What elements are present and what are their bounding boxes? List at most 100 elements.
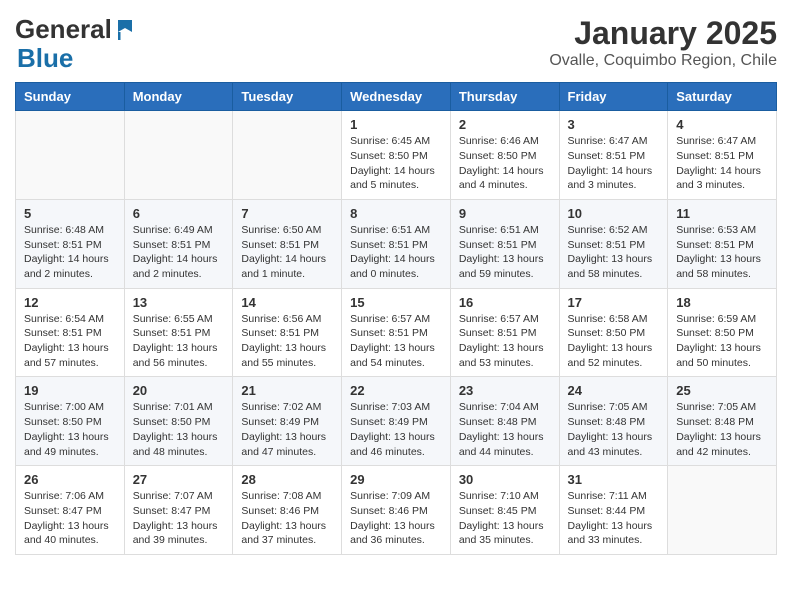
page-title: January 2025 [549, 15, 777, 52]
day-info: Sunrise: 6:58 AM Sunset: 8:50 PM Dayligh… [568, 312, 660, 371]
calendar-day [233, 111, 342, 200]
calendar-week-5: 26Sunrise: 7:06 AM Sunset: 8:47 PM Dayli… [16, 466, 777, 555]
day-info: Sunrise: 7:08 AM Sunset: 8:46 PM Dayligh… [241, 489, 333, 548]
day-info: Sunrise: 6:48 AM Sunset: 8:51 PM Dayligh… [24, 223, 116, 282]
calendar-day: 25 Sunrise: 7:05 AM Sunset: 8:48 PM Dayli… [668, 377, 777, 466]
calendar-week-2: 5Sunrise: 6:48 AM Sunset: 8:51 PM Daylig… [16, 199, 777, 288]
calendar-day: 7 Sunrise: 6:50 AM Sunset: 8:51 PM Daylig… [233, 199, 342, 288]
calendar-day: 19 Sunrise: 7:00 AM Sunset: 8:50 PM Dayli… [16, 377, 125, 466]
day-number: 23 [459, 383, 551, 398]
day-number: 14 [241, 295, 333, 310]
calendar-day: 23Sunrise: 7:04 AM Sunset: 8:48 PM Dayli… [450, 377, 559, 466]
day-number: 11 [676, 206, 768, 221]
day-number: 25 [676, 383, 768, 398]
calendar-day: 22Sunrise: 7:03 AM Sunset: 8:49 PM Dayli… [342, 377, 451, 466]
day-info: Sunrise: 7:00 AM Sunset: 8:50 PM Dayligh… [24, 400, 116, 459]
day-info: Sunrise: 6:47 AM Sunset: 8:51 PM Dayligh… [568, 134, 660, 193]
day-number: 20 [133, 383, 225, 398]
calendar-day: 24 Sunrise: 7:05 AM Sunset: 8:48 PM Dayli… [559, 377, 668, 466]
day-number: 22 [350, 383, 442, 398]
calendar-day: 12 Sunrise: 6:54 AM Sunset: 8:51 PM Dayli… [16, 288, 125, 377]
day-info: Sunrise: 6:54 AM Sunset: 8:51 PM Dayligh… [24, 312, 116, 371]
calendar-day: 13 Sunrise: 6:55 AM Sunset: 8:51 PM Dayli… [124, 288, 233, 377]
day-info: Sunrise: 7:02 AM Sunset: 8:49 PM Dayligh… [241, 400, 333, 459]
day-info: Sunrise: 6:55 AM Sunset: 8:51 PM Dayligh… [133, 312, 225, 371]
calendar-day: 30 Sunrise: 7:10 AM Sunset: 8:45 PM Dayli… [450, 466, 559, 555]
day-info: Sunrise: 7:01 AM Sunset: 8:50 PM Dayligh… [133, 400, 225, 459]
day-number: 2 [459, 117, 551, 132]
day-header-monday: Monday [124, 83, 233, 111]
calendar-day: 20 Sunrise: 7:01 AM Sunset: 8:50 PM Dayli… [124, 377, 233, 466]
day-info: Sunrise: 6:57 AM Sunset: 8:51 PM Dayligh… [459, 312, 551, 371]
day-info: Sunrise: 6:51 AM Sunset: 8:51 PM Dayligh… [350, 223, 442, 282]
calendar-table: SundayMondayTuesdayWednesdayThursdayFrid… [15, 82, 777, 555]
day-header-friday: Friday [559, 83, 668, 111]
calendar-day: 26Sunrise: 7:06 AM Sunset: 8:47 PM Dayli… [16, 466, 125, 555]
calendar-day: 21Sunrise: 7:02 AM Sunset: 8:49 PM Dayli… [233, 377, 342, 466]
day-info: Sunrise: 6:59 AM Sunset: 8:50 PM Dayligh… [676, 312, 768, 371]
day-info: Sunrise: 6:47 AM Sunset: 8:51 PM Dayligh… [676, 134, 768, 193]
calendar-day: 2Sunrise: 6:46 AM Sunset: 8:50 PM Daylig… [450, 111, 559, 200]
day-number: 6 [133, 206, 225, 221]
day-number: 19 [24, 383, 116, 398]
calendar-week-4: 19 Sunrise: 7:00 AM Sunset: 8:50 PM Dayli… [16, 377, 777, 466]
day-number: 30 [459, 472, 551, 487]
day-number: 31 [568, 472, 660, 487]
day-info: Sunrise: 7:05 AM Sunset: 8:48 PM Dayligh… [676, 400, 768, 459]
calendar-day [16, 111, 125, 200]
calendar-day: 17 Sunrise: 6:58 AM Sunset: 8:50 PM Dayli… [559, 288, 668, 377]
day-number: 7 [241, 206, 333, 221]
day-info: Sunrise: 6:49 AM Sunset: 8:51 PM Dayligh… [133, 223, 225, 282]
calendar-day: 31 Sunrise: 7:11 AM Sunset: 8:44 PM Dayli… [559, 466, 668, 555]
calendar-day [124, 111, 233, 200]
day-info: Sunrise: 7:05 AM Sunset: 8:48 PM Dayligh… [568, 400, 660, 459]
calendar-day: 18 Sunrise: 6:59 AM Sunset: 8:50 PM Dayli… [668, 288, 777, 377]
day-number: 12 [24, 295, 116, 310]
day-header-thursday: Thursday [450, 83, 559, 111]
day-info: Sunrise: 6:50 AM Sunset: 8:51 PM Dayligh… [241, 223, 333, 282]
calendar-day: 15 Sunrise: 6:57 AM Sunset: 8:51 PM Dayli… [342, 288, 451, 377]
day-number: 15 [350, 295, 442, 310]
day-info: Sunrise: 6:53 AM Sunset: 8:51 PM Dayligh… [676, 223, 768, 282]
page-subtitle: Ovalle, Coquimbo Region, Chile [549, 52, 777, 70]
logo-blue-text: Blue [17, 44, 136, 73]
day-number: 28 [241, 472, 333, 487]
day-number: 3 [568, 117, 660, 132]
day-number: 13 [133, 295, 225, 310]
calendar-day: 1Sunrise: 6:45 AM Sunset: 8:50 PM Daylig… [342, 111, 451, 200]
page-header: General Blue January 2025 Ovalle, Coquim… [15, 15, 777, 72]
day-number: 24 [568, 383, 660, 398]
day-number: 26 [24, 472, 116, 487]
day-number: 1 [350, 117, 442, 132]
calendar-day: 4 Sunrise: 6:47 AM Sunset: 8:51 PM Daylig… [668, 111, 777, 200]
day-info: Sunrise: 7:09 AM Sunset: 8:46 PM Dayligh… [350, 489, 442, 548]
day-number: 27 [133, 472, 225, 487]
calendar-day: 10Sunrise: 6:52 AM Sunset: 8:51 PM Dayli… [559, 199, 668, 288]
calendar-day: 27 Sunrise: 7:07 AM Sunset: 8:47 PM Dayli… [124, 466, 233, 555]
calendar-header-row: SundayMondayTuesdayWednesdayThursdayFrid… [16, 83, 777, 111]
calendar-day: 6 Sunrise: 6:49 AM Sunset: 8:51 PM Daylig… [124, 199, 233, 288]
day-number: 10 [568, 206, 660, 221]
logo-flag-icon [114, 18, 136, 40]
day-number: 4 [676, 117, 768, 132]
day-info: Sunrise: 7:07 AM Sunset: 8:47 PM Dayligh… [133, 489, 225, 548]
day-info: Sunrise: 7:10 AM Sunset: 8:45 PM Dayligh… [459, 489, 551, 548]
calendar-day: 8Sunrise: 6:51 AM Sunset: 8:51 PM Daylig… [342, 199, 451, 288]
calendar-week-3: 12 Sunrise: 6:54 AM Sunset: 8:51 PM Dayli… [16, 288, 777, 377]
calendar-day: 9Sunrise: 6:51 AM Sunset: 8:51 PM Daylig… [450, 199, 559, 288]
calendar-day: 14Sunrise: 6:56 AM Sunset: 8:51 PM Dayli… [233, 288, 342, 377]
logo-general-text: General [15, 15, 112, 44]
calendar-day: 3 Sunrise: 6:47 AM Sunset: 8:51 PM Daylig… [559, 111, 668, 200]
day-number: 16 [459, 295, 551, 310]
calendar-day: 28 Sunrise: 7:08 AM Sunset: 8:46 PM Dayli… [233, 466, 342, 555]
day-number: 29 [350, 472, 442, 487]
day-info: Sunrise: 6:57 AM Sunset: 8:51 PM Dayligh… [350, 312, 442, 371]
calendar-day: 16 Sunrise: 6:57 AM Sunset: 8:51 PM Dayli… [450, 288, 559, 377]
day-number: 17 [568, 295, 660, 310]
calendar-day: 5Sunrise: 6:48 AM Sunset: 8:51 PM Daylig… [16, 199, 125, 288]
day-number: 18 [676, 295, 768, 310]
day-number: 9 [459, 206, 551, 221]
day-header-wednesday: Wednesday [342, 83, 451, 111]
day-info: Sunrise: 7:11 AM Sunset: 8:44 PM Dayligh… [568, 489, 660, 548]
logo: General Blue [15, 15, 136, 72]
